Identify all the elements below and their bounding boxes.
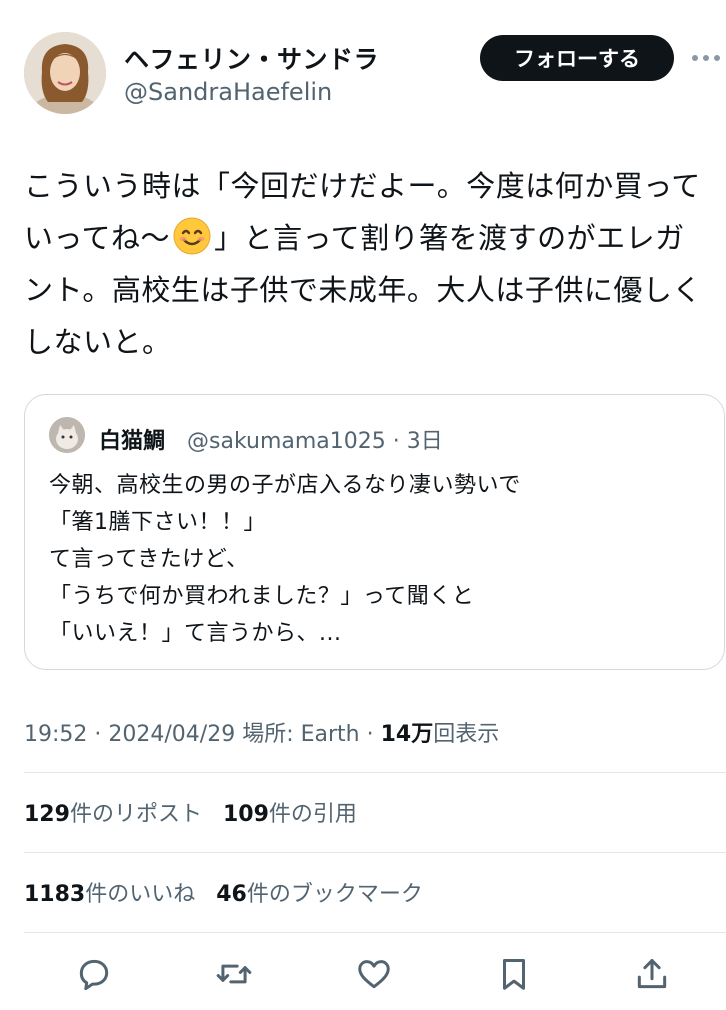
reply-icon[interactable] xyxy=(72,952,116,996)
quotes-stat[interactable]: 109件の引用 xyxy=(223,796,357,828)
share-icon[interactable] xyxy=(630,952,674,996)
like-icon[interactable] xyxy=(352,952,396,996)
more-horizontal-icon[interactable] xyxy=(690,44,722,72)
reposts-stat[interactable]: 129件のリポスト xyxy=(24,796,202,828)
quoted-author-name: 白猫鯛 xyxy=(99,429,166,454)
divider xyxy=(24,852,726,853)
author-handle[interactable]: @SandraHaefelin xyxy=(124,78,332,106)
quoted-post[interactable]: 白猫鯛 @sakumama1025 · 3日 今朝、高校生の男の子が店入るなり凄… xyxy=(24,394,725,670)
author-avatar[interactable] xyxy=(24,32,106,114)
quoted-author-avatar xyxy=(49,417,85,453)
author-name[interactable]: ヘフェリン・サンドラ xyxy=(124,40,379,76)
post-line: しないと。 xyxy=(24,325,172,359)
reposts-count: 129 xyxy=(24,802,70,827)
post-line: いってね〜 」と言って割り箸を渡すのがエレガ xyxy=(24,212,714,264)
post-time[interactable]: 19:52 xyxy=(24,722,87,747)
post-date[interactable]: 2024/04/29 xyxy=(108,722,235,747)
follow-button[interactable]: フォローする xyxy=(480,35,674,81)
views-label: 回表示 xyxy=(433,722,500,747)
quoted-line: 「いいえ！」て言うから、... xyxy=(49,621,342,646)
post-line-part: いってね〜 xyxy=(24,221,171,255)
quoted-line: 「うちで何か買われました？」って聞くと xyxy=(49,584,475,609)
likes-stat[interactable]: 1183件のいいね xyxy=(24,876,195,908)
bookmarks-stat[interactable]: 46件のブックマーク xyxy=(216,876,423,908)
post-meta: 19:52 · 2024/04/29 場所: Earth · 14万回表示 xyxy=(24,722,500,747)
quotes-count: 109 xyxy=(222,802,269,827)
quotes-label: 件の引用 xyxy=(268,802,357,827)
post-line-part: 」と言って割り箸を渡すのがエレガ xyxy=(214,221,685,255)
likes-count: 1183 xyxy=(24,882,86,907)
bookmark-icon[interactable] xyxy=(492,952,536,996)
post-line: こういう時は「今回だけだよー。今度は何か買って xyxy=(24,169,701,203)
bookmarks-count: 46 xyxy=(216,882,247,907)
post-text: こういう時は「今回だけだよー。今度は何か買って いってね〜 」と言って割り箸を渡す… xyxy=(24,160,714,368)
quoted-post-text: 今朝、高校生の男の子が店入るなり凄い勢いで 「箸1膳下さい！！」 て言ってきたけ… xyxy=(49,467,709,652)
repost-icon[interactable] xyxy=(212,952,256,996)
reposts-label: 件のリポスト xyxy=(69,802,202,827)
quoted-line: 今朝、高校生の男の子が店入るなり凄い勢いで xyxy=(49,473,521,498)
divider xyxy=(24,772,726,773)
stats-row-likes: 1183件のいいね 46件のブックマーク xyxy=(24,876,437,908)
likes-label: 件のいいね xyxy=(85,882,196,907)
quoted-author-handle: @sakumama1025 · 3日 xyxy=(187,429,443,454)
divider xyxy=(24,932,726,933)
post-line: ント。高校生は子供で未成年。大人は子供に優しく xyxy=(24,273,702,307)
quoted-line: て言ってきたけど、 xyxy=(49,547,249,572)
post-location: 場所: Earth xyxy=(242,722,360,747)
action-bar xyxy=(0,942,726,1002)
views-count: 14万 xyxy=(380,722,434,747)
stats-row-reposts: 129件のリポスト 109件の引用 xyxy=(24,796,371,828)
bookmarks-label: 件のブックマーク xyxy=(246,882,423,907)
smiling-face-emoji-icon xyxy=(172,216,212,256)
quoted-line: 「箸1膳下さい！！」 xyxy=(49,510,266,535)
